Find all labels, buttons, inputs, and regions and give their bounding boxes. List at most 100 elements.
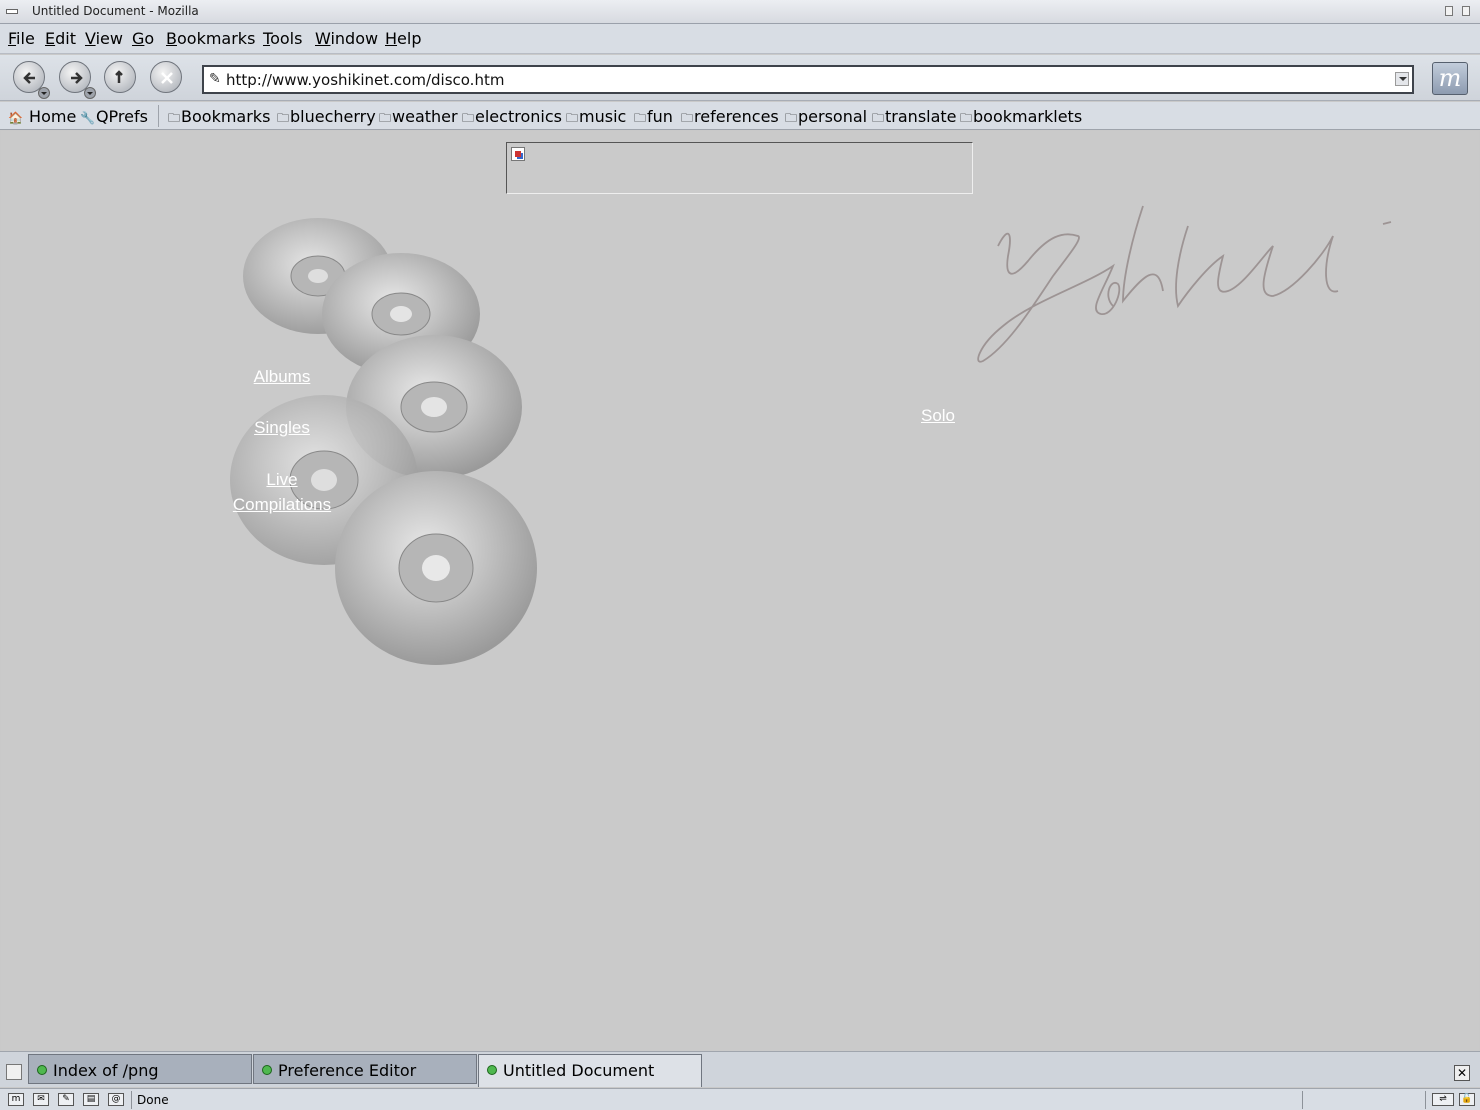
menu-help[interactable]: Help	[385, 29, 421, 48]
new-tab-icon[interactable]	[6, 1064, 22, 1080]
folder-icon: 🗀	[960, 111, 973, 125]
cd-disc	[335, 471, 537, 665]
qprefs-button[interactable]: 🔧QPrefs	[80, 107, 148, 126]
menu-bookmarks[interactable]: Bookmarks	[166, 29, 255, 48]
tab-preference-editor[interactable]: Preference Editor	[253, 1054, 477, 1084]
forward-arrow-icon	[71, 72, 83, 84]
compilations-link[interactable]: Compilations	[233, 495, 331, 515]
folder-icon: 🗀	[634, 111, 647, 125]
toolbar-separator	[158, 105, 159, 127]
folder-label: music	[579, 107, 627, 126]
status-divider	[131, 1091, 132, 1109]
folder-icon: 🗀	[277, 111, 290, 125]
live-link[interactable]: Live	[266, 470, 297, 490]
folder-label: Bookmarks	[181, 107, 271, 126]
folder-icon: 🗀	[462, 111, 475, 125]
menu-bar: File Edit View Go Bookmarks Tools Window…	[0, 24, 1480, 54]
navigator-icon[interactable]: m	[8, 1093, 24, 1106]
reload-icon	[115, 70, 123, 83]
chat-icon[interactable]: @	[108, 1093, 124, 1106]
url-bar[interactable]: ✎	[202, 65, 1414, 94]
folder-icon: 🗀	[379, 111, 392, 125]
address-book-icon[interactable]: ▤	[83, 1093, 99, 1106]
folder-icon: 🗀	[168, 111, 181, 125]
back-button[interactable]	[13, 61, 50, 99]
forward-button[interactable]	[59, 61, 96, 99]
bookmark-folder-weather[interactable]: 🗀weather	[379, 107, 458, 130]
home-button[interactable]: 🏠 Home	[8, 107, 76, 126]
status-divider	[1425, 1091, 1426, 1109]
broken-image-icon	[511, 147, 525, 161]
menu-tools[interactable]: Tools	[263, 29, 302, 48]
menu-go[interactable]: Go	[132, 29, 154, 48]
tab-index-of-png[interactable]: Index of /png	[28, 1054, 252, 1084]
bookmark-folder-personal[interactable]: 🗀personal	[785, 107, 867, 130]
reload-button[interactable]	[104, 61, 136, 93]
folder-label: electronics	[475, 107, 562, 126]
tab-status-icon	[37, 1065, 47, 1075]
bookmark-folder-translate[interactable]: 🗀translate	[872, 107, 957, 130]
menu-file[interactable]: File	[8, 29, 35, 48]
status-text: Done	[137, 1093, 169, 1107]
back-history-dropdown[interactable]	[38, 87, 50, 99]
stop-button[interactable]	[150, 61, 182, 93]
composer-icon[interactable]: ✎	[58, 1093, 74, 1106]
tab-bar: Index of /png Preference Editor Untitled…	[0, 1051, 1480, 1087]
qprefs-label: QPrefs	[95, 107, 148, 126]
window-menu-button[interactable]	[6, 9, 18, 14]
tab-status-icon	[262, 1065, 272, 1075]
folder-label: weather	[392, 107, 458, 126]
bookmark-folder-bookmarks[interactable]: 🗀Bookmarks	[168, 107, 270, 130]
bookmark-folder-bluecherry[interactable]: 🗀bluecherry	[277, 107, 376, 130]
online-status-icon[interactable]: ⇌	[1432, 1093, 1454, 1106]
stop-icon	[161, 72, 173, 84]
wrench-icon: 🔧	[80, 111, 95, 125]
signature-image	[977, 205, 1392, 363]
mail-icon[interactable]: ✉	[33, 1093, 49, 1106]
window-title-bar: Untitled Document - Mozilla	[0, 0, 1480, 24]
status-divider	[1302, 1091, 1303, 1109]
menu-view[interactable]: View	[85, 29, 123, 48]
forward-history-dropdown[interactable]	[84, 87, 96, 99]
folder-icon: 🗀	[566, 111, 579, 125]
solo-link[interactable]: Solo	[921, 406, 955, 426]
home-label: Home	[29, 107, 77, 126]
folder-label: fun	[647, 107, 673, 126]
folder-label: translate	[885, 107, 957, 126]
tab-label: Untitled Document	[503, 1061, 655, 1080]
bookmark-folder-references[interactable]: 🗀references	[681, 107, 779, 130]
url-history-dropdown[interactable]	[1395, 72, 1409, 86]
page-content: Albums Singles Live Compilations Solo	[1, 131, 1479, 1051]
window-title: Untitled Document - Mozilla	[32, 4, 199, 18]
folder-label: references	[694, 107, 779, 126]
security-lock-icon: 🔓	[1459, 1093, 1475, 1106]
tab-status-icon	[487, 1065, 497, 1075]
url-input[interactable]	[226, 69, 1386, 91]
navigation-toolbar: ✎ m	[0, 55, 1480, 101]
cd-discs-image	[230, 218, 537, 665]
home-icon: 🏠	[8, 111, 23, 125]
tab-label: Index of /png	[53, 1061, 159, 1080]
tab-untitled-document[interactable]: Untitled Document	[478, 1054, 702, 1087]
albums-link[interactable]: Albums	[254, 367, 311, 387]
bookmark-folder-bookmarklets[interactable]: 🗀bookmarklets	[960, 107, 1082, 130]
folder-icon: 🗀	[681, 111, 694, 125]
menu-edit[interactable]: Edit	[45, 29, 76, 48]
folder-icon: 🗀	[872, 111, 885, 125]
close-tab-icon[interactable]: ✕	[1454, 1065, 1470, 1081]
banner-image-placeholder	[506, 142, 973, 194]
page-proxy-icon[interactable]: ✎	[209, 71, 221, 87]
bookmark-folder-fun[interactable]: 🗀fun	[634, 107, 673, 130]
folder-label: bluecherry	[290, 107, 376, 126]
singles-link[interactable]: Singles	[254, 418, 310, 438]
back-arrow-icon	[23, 72, 35, 84]
mozilla-throbber-icon[interactable]: m	[1432, 62, 1468, 95]
folder-label: bookmarklets	[973, 107, 1083, 126]
minimize-button[interactable]	[1445, 6, 1453, 16]
bookmark-folder-electronics[interactable]: 🗀electronics	[462, 107, 562, 130]
folder-icon: 🗀	[785, 111, 798, 125]
status-bar: m ✉ ✎ ▤ @ Done ⇌ 🔓	[0, 1088, 1480, 1110]
bookmark-folder-music[interactable]: 🗀music	[566, 107, 626, 130]
menu-window[interactable]: Window	[315, 29, 378, 48]
maximize-button[interactable]	[1462, 6, 1470, 16]
